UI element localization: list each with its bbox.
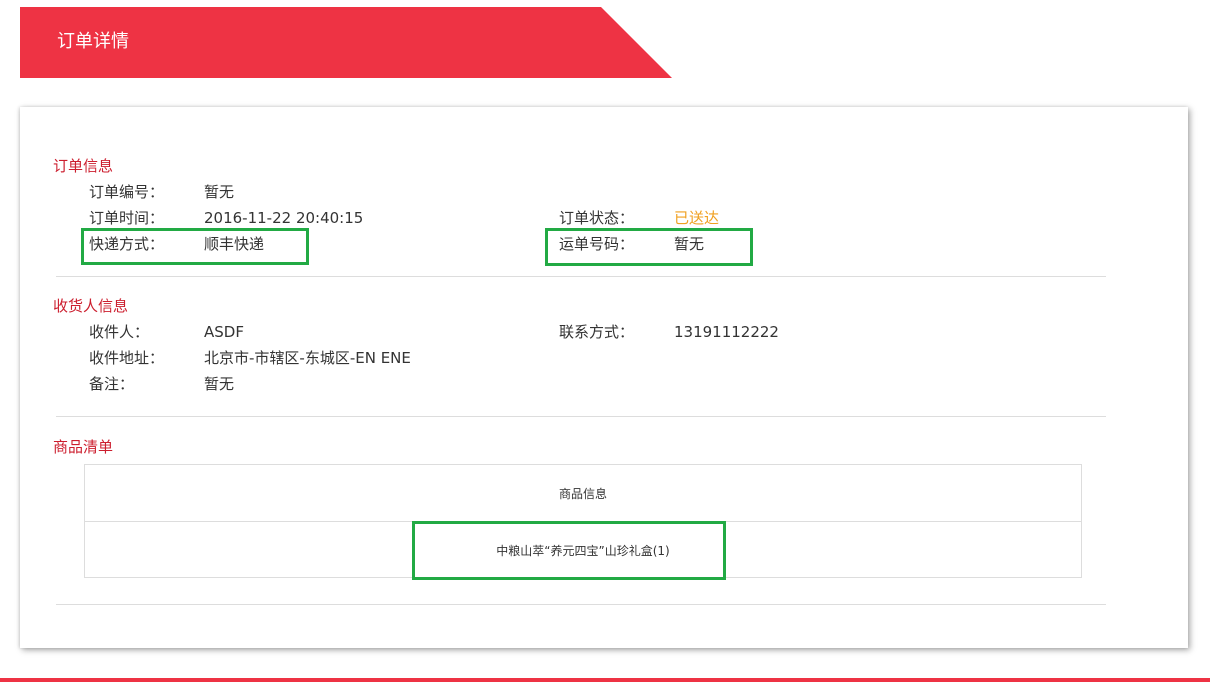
- remark-label: 备注：: [89, 375, 135, 393]
- section-divider: [56, 604, 1106, 605]
- receiver-label: 收件人：: [89, 323, 150, 341]
- order-status-label: 订单状态：: [559, 209, 635, 227]
- order-no-label: 订单编号：: [89, 183, 165, 201]
- address-label: 收件地址：: [89, 349, 165, 367]
- goods-table-header: 商品信息: [85, 465, 1081, 522]
- order-status-value: 已送达: [674, 209, 720, 227]
- delivery-highlight-box: [81, 228, 309, 265]
- contact-value: 13191112222: [674, 323, 779, 341]
- order-time-label: 订单时间：: [89, 209, 165, 227]
- bottom-accent-bar: [0, 678, 1210, 682]
- page-title: 订单详情: [57, 31, 129, 52]
- section-divider: [56, 276, 1106, 277]
- order-time-value: 2016-11-22 20:40:15: [204, 209, 364, 227]
- address-value: 北京市-市辖区-东城区-EN ENE: [204, 349, 411, 367]
- order-no-value: 暂无: [204, 183, 235, 201]
- goods-highlight-box: [412, 521, 726, 580]
- remark-value: 暂无: [204, 375, 235, 393]
- contact-label: 联系方式：: [559, 323, 635, 341]
- goods-list-title: 商品清单: [53, 438, 114, 456]
- receiver-value: ASDF: [204, 323, 244, 341]
- receiver-info-title: 收货人信息: [53, 297, 129, 315]
- order-detail-card: 订单信息 订单编号： 暂无 订单时间： 2016-11-22 20:40:15 …: [20, 107, 1188, 648]
- order-info-title: 订单信息: [53, 157, 114, 175]
- waybill-highlight-box: [545, 228, 753, 266]
- header-banner: 订单详情: [20, 7, 672, 78]
- section-divider: [56, 416, 1106, 417]
